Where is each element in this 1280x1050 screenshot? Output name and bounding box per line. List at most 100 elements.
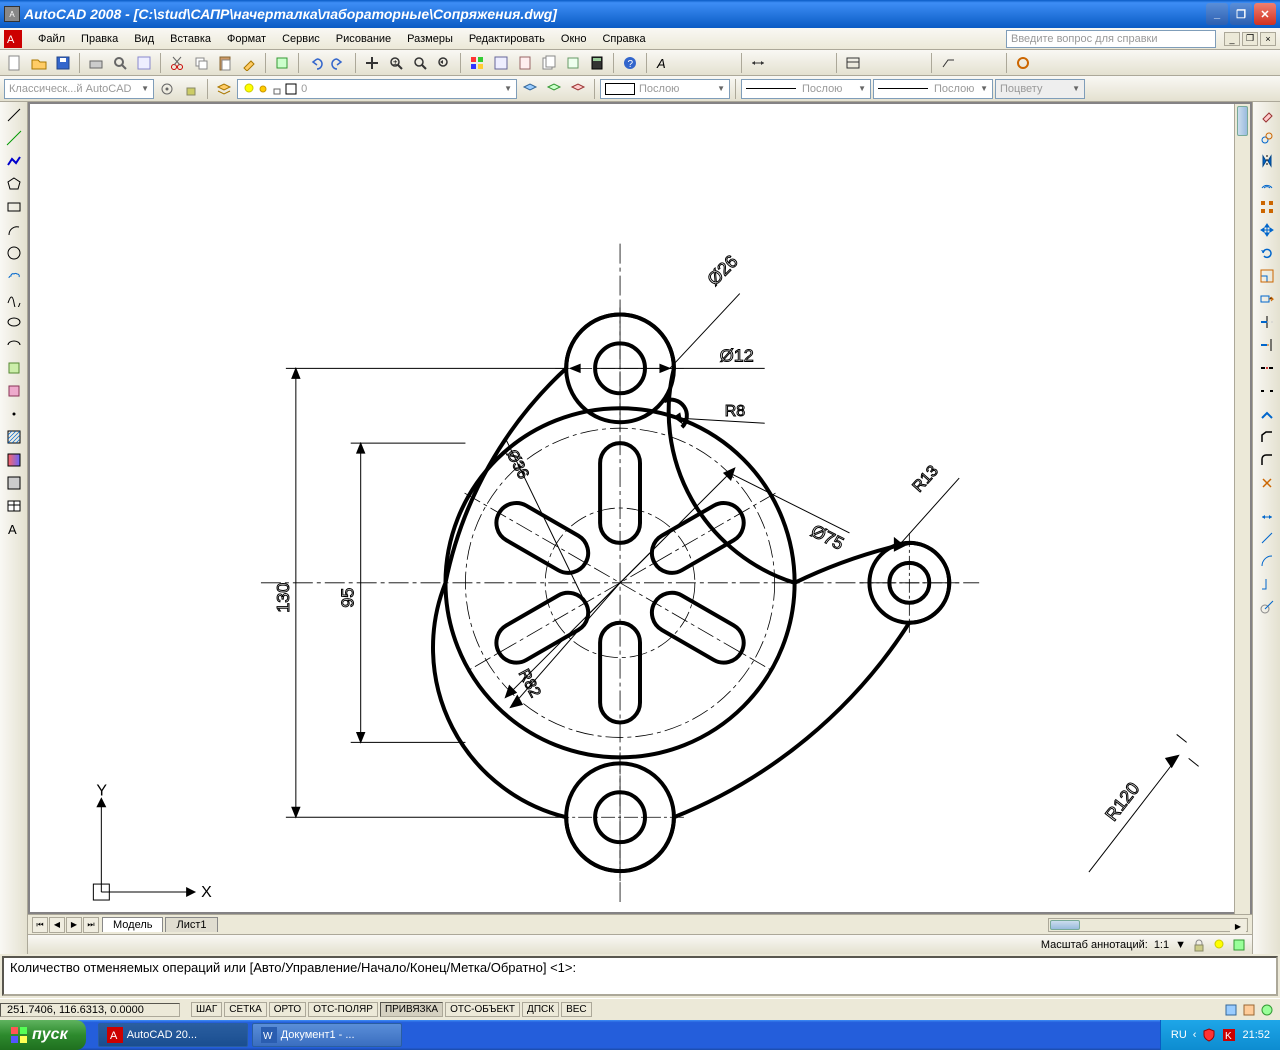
toggle-snap[interactable]: ШАГ — [191, 1002, 222, 1017]
move-button[interactable] — [1256, 219, 1278, 241]
toggle-ducs[interactable]: ДПСК — [522, 1002, 559, 1017]
preview-button[interactable] — [109, 52, 131, 74]
break-point-button[interactable] — [1256, 357, 1278, 379]
spline-button[interactable] — [3, 288, 25, 310]
horizontal-scrollbar[interactable]: ▶ — [1048, 918, 1248, 932]
mtext-button[interactable]: A — [3, 518, 25, 540]
array-button[interactable] — [1256, 196, 1278, 218]
mdi-restore-button[interactable]: ❐ — [1242, 32, 1258, 46]
help-button[interactable]: ? — [619, 52, 641, 74]
revcloud-button[interactable] — [3, 265, 25, 287]
lang-indicator[interactable]: RU — [1171, 1029, 1187, 1041]
menu-format[interactable]: Формат — [219, 31, 274, 47]
workspace-combo[interactable]: Классическ...й AutoCAD▼ — [4, 79, 154, 99]
menu-help[interactable]: Справка — [594, 31, 653, 47]
open-button[interactable] — [28, 52, 50, 74]
copy-button[interactable] — [190, 52, 212, 74]
fillet-button[interactable] — [1256, 449, 1278, 471]
workspace-settings-button[interactable] — [156, 78, 178, 100]
tray-icon-2[interactable] — [1242, 1003, 1256, 1017]
toggle-polar[interactable]: ОТС-ПОЛЯР — [308, 1002, 378, 1017]
scale-button[interactable] — [1256, 265, 1278, 287]
tablestyle-button[interactable] — [842, 52, 864, 74]
lineweight-combo[interactable]: Послою▼ — [873, 79, 993, 99]
mdi-minimize-button[interactable]: _ — [1224, 32, 1240, 46]
mirror-button[interactable] — [1256, 150, 1278, 172]
explode-button[interactable] — [1256, 472, 1278, 494]
textstyle-button[interactable]: A — [652, 52, 674, 74]
menu-tools[interactable]: Сервис — [274, 31, 328, 47]
blockeditor-button[interactable] — [271, 52, 293, 74]
hatch-button[interactable] — [3, 426, 25, 448]
undo-button[interactable] — [304, 52, 326, 74]
toggle-ortho[interactable]: ОРТО — [269, 1002, 306, 1017]
makeblock-button[interactable] — [3, 380, 25, 402]
vertical-scrollbar[interactable] — [1234, 104, 1250, 914]
cut-button[interactable] — [166, 52, 188, 74]
tab-first-button[interactable]: ⏮ — [32, 917, 48, 933]
taskbar-item-autocad[interactable]: A AutoCAD 20... — [98, 1023, 248, 1047]
workspace-lock-button[interactable] — [180, 78, 202, 100]
command-line[interactable]: Количество отменяемых операций или [Авто… — [2, 956, 1278, 996]
toolpalettes-button[interactable] — [514, 52, 536, 74]
pline-button[interactable] — [3, 150, 25, 172]
publish-button[interactable] — [133, 52, 155, 74]
minimize-button[interactable]: _ — [1206, 3, 1228, 25]
help-search-input[interactable]: Введите вопрос для справки — [1006, 30, 1216, 48]
arc-button[interactable] — [3, 219, 25, 241]
dim-linear-button[interactable] — [1256, 504, 1278, 526]
stretch-button[interactable] — [1256, 288, 1278, 310]
gradient-button[interactable] — [3, 449, 25, 471]
tab-model[interactable]: Модель — [102, 917, 163, 932]
layer-iso-button[interactable] — [567, 78, 589, 100]
calc-button[interactable] — [586, 52, 608, 74]
toggle-osnap[interactable]: ПРИВЯЗКА — [380, 1002, 443, 1017]
clock[interactable]: 21:52 — [1242, 1029, 1270, 1041]
tab-last-button[interactable]: ⏭ — [83, 917, 99, 933]
xline-button[interactable] — [3, 127, 25, 149]
zoom-win-button[interactable] — [409, 52, 431, 74]
close-button[interactable]: ✕ — [1254, 3, 1276, 25]
dim-radius-button[interactable] — [1256, 596, 1278, 618]
point-button[interactable] — [3, 403, 25, 425]
layer-combo[interactable]: 0▼ — [237, 79, 517, 99]
rotate-button[interactable] — [1256, 242, 1278, 264]
ellipse-arc-button[interactable] — [3, 334, 25, 356]
region-button[interactable] — [3, 472, 25, 494]
tray-shield-icon[interactable] — [1202, 1028, 1216, 1042]
mdi-close-button[interactable]: × — [1260, 32, 1276, 46]
anno-auto-icon[interactable] — [1232, 938, 1246, 952]
menu-window[interactable]: Окно — [553, 31, 595, 47]
color-combo[interactable]: Послою▼ — [600, 79, 730, 99]
layer-state-button[interactable] — [543, 78, 565, 100]
matchprop-button[interactable] — [238, 52, 260, 74]
extend-button[interactable] — [1256, 334, 1278, 356]
tray-chevron-icon[interactable]: ‹ — [1193, 1029, 1197, 1041]
menu-view[interactable]: Вид — [126, 31, 162, 47]
tray-icon-3[interactable] — [1260, 1003, 1274, 1017]
copy-obj-button[interactable] — [1256, 127, 1278, 149]
tab-sheet1[interactable]: Лист1 — [165, 917, 217, 932]
comm-center-button[interactable] — [1012, 52, 1034, 74]
erase-button[interactable] — [1256, 104, 1278, 126]
menu-insert[interactable]: Вставка — [162, 31, 219, 47]
layers-manager-button[interactable] — [213, 78, 235, 100]
tray-icon-1[interactable] — [1224, 1003, 1238, 1017]
toggle-grid[interactable]: СЕТКА — [224, 1002, 267, 1017]
offset-button[interactable] — [1256, 173, 1278, 195]
new-button[interactable] — [4, 52, 26, 74]
rectangle-button[interactable] — [3, 196, 25, 218]
mleaderstyle-button[interactable] — [937, 52, 959, 74]
anno-scale-value[interactable]: 1:1 — [1154, 939, 1169, 951]
coords-display[interactable]: 251.7406, 116.6313, 0.0000 — [0, 1003, 180, 1017]
chamfer-button[interactable] — [1256, 426, 1278, 448]
menu-file[interactable]: Файл — [30, 31, 73, 47]
taskbar-item-word[interactable]: W Документ1 - ... — [252, 1023, 402, 1047]
menu-edit[interactable]: Правка — [73, 31, 126, 47]
line-button[interactable] — [3, 104, 25, 126]
paste-button[interactable] — [214, 52, 236, 74]
start-button[interactable]: пуск — [0, 1020, 86, 1050]
properties-button[interactable] — [466, 52, 488, 74]
break-button[interactable] — [1256, 380, 1278, 402]
polygon-button[interactable] — [3, 173, 25, 195]
